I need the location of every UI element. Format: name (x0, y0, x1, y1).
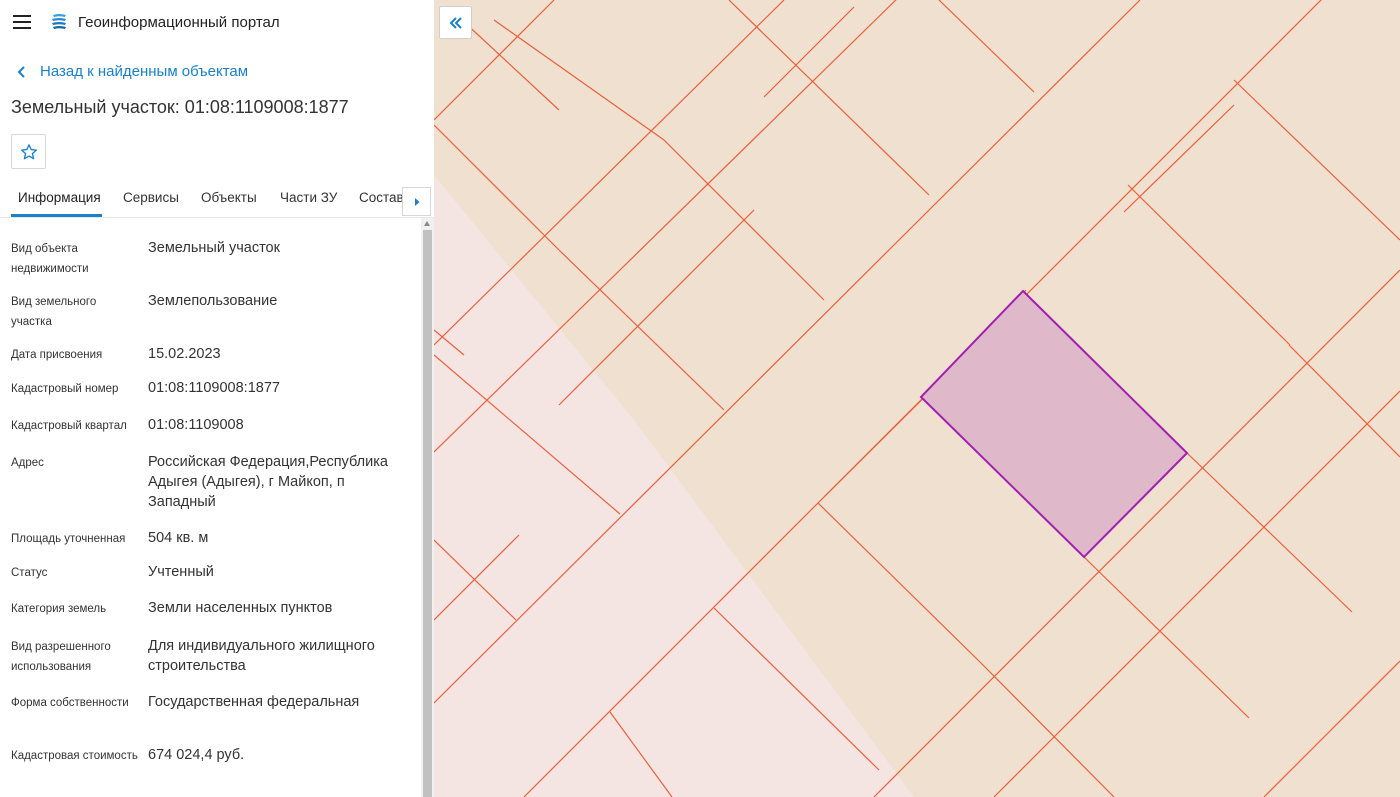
property-label: Вид разрешенного использования (11, 641, 111, 673)
property-value: Государственная федеральная (148, 694, 360, 710)
object-title: Земельный участок: 01:08:1109008:1877 (11, 97, 349, 117)
tabs-next-button[interactable] (402, 187, 431, 216)
property-label: Адрес (11, 457, 44, 469)
cadastral-map[interactable] (434, 0, 1400, 797)
caret-right-icon (414, 197, 419, 206)
property-value: 15.02.2023 (148, 346, 221, 362)
portal-logo-icon (52, 14, 66, 29)
favorite-button[interactable] (11, 134, 46, 169)
property-label: Статус (11, 567, 48, 579)
property-value: 01:08:1109008:1877 (148, 380, 280, 396)
property-value: Земельный участок (148, 240, 280, 256)
app-title: Геоинформационный портал (78, 14, 280, 31)
app-header: Геоинформационный портал (0, 0, 434, 46)
chevron-left-icon (17, 65, 25, 78)
property-label: Кадастровая стоимость (11, 750, 138, 762)
active-tab-indicator (11, 214, 102, 217)
property-label: Площадь уточненная (11, 533, 126, 545)
tab-objects[interactable]: Объекты (201, 190, 257, 205)
panel-scrollbar[interactable] (421, 218, 434, 797)
property-label: Вид объекта недвижимости (11, 243, 89, 275)
back-to-results-link[interactable]: Назад к найденным объектам (15, 63, 248, 80)
property-value: Земли населенных пунктов (148, 600, 333, 616)
property-label: Категория земель (11, 603, 107, 615)
property-value: Учтенный (148, 564, 214, 580)
property-value: Землепользование (148, 293, 278, 309)
tab-services[interactable]: Сервисы (123, 190, 179, 205)
tab-composition[interactable]: Состав (359, 190, 402, 205)
property-value: 01:08:1109008 (148, 417, 244, 433)
property-value: Российская Федерация,Республика Адыгея (… (148, 454, 388, 510)
tab-information[interactable]: Информация (18, 190, 101, 205)
property-label: Вид земельного участка (11, 296, 97, 328)
back-link-label: Назад к найденным объектам (40, 63, 249, 80)
property-value: Для индивидуального жилищного строительс… (148, 638, 375, 674)
star-icon (20, 143, 37, 159)
info-panel: Геоинформационный портал Назад к найденн… (0, 0, 434, 797)
property-label: Кадастровый номер (11, 383, 119, 395)
tab-parcel-parts[interactable]: Части ЗУ (280, 190, 337, 205)
scrollbar-thumb[interactable] (423, 230, 432, 797)
property-value: 674 024,4 руб. (148, 747, 245, 763)
property-value: 504 кв. м (148, 530, 209, 546)
scroll-up-arrow-icon[interactable] (424, 221, 430, 226)
property-label: Дата присвоения (11, 349, 103, 361)
tab-bar: Информация Сервисы Объекты Части ЗУ Сост… (0, 180, 434, 218)
double-chevron-left-icon (449, 16, 462, 29)
property-label: Форма собственности (11, 697, 129, 709)
hamburger-icon[interactable] (13, 15, 31, 29)
collapse-panel-button[interactable] (439, 6, 472, 39)
property-label: Кадастровый квартал (11, 420, 127, 432)
map-view[interactable] (434, 0, 1400, 797)
